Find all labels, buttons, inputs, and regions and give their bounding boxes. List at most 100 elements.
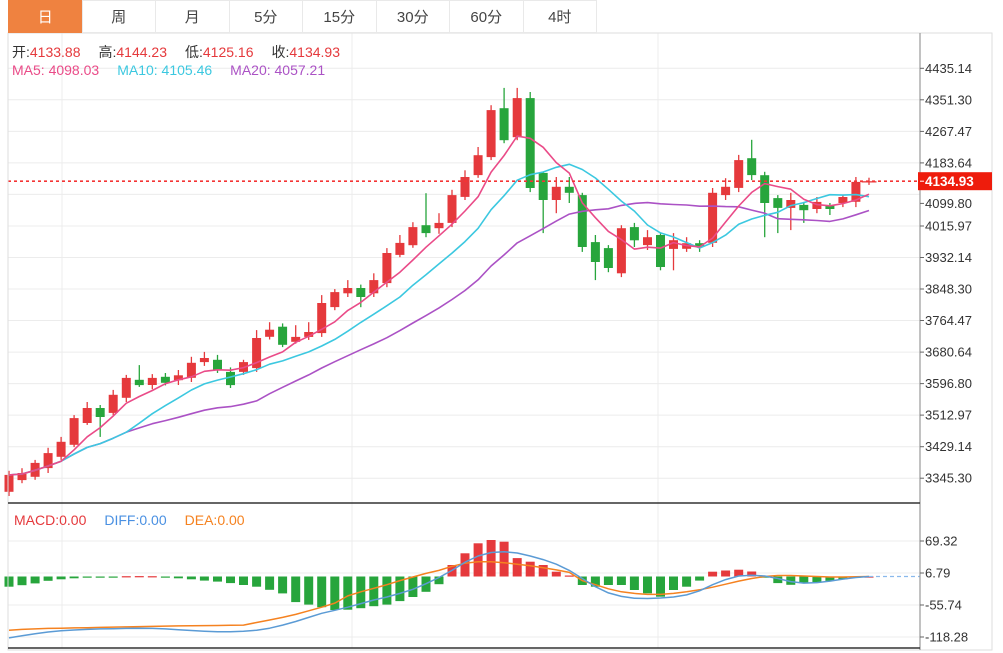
macd-bar [57,577,66,580]
macd-bar [252,577,261,587]
trading-chart-page: { "tabs": [ {"name":"tab-day","label":"日… [0,0,1003,653]
candle-body [330,292,339,307]
candle-body [96,408,105,417]
macd-bar [226,577,235,584]
candle-body [617,228,626,273]
candle-body [122,378,131,398]
macd-bar [200,577,209,581]
tab-day[interactable]: 日 [8,0,83,33]
macd-bar [643,577,652,594]
candle-body [773,198,782,208]
macd-bar [382,577,391,605]
macd-bar [31,577,40,584]
macd-bar [44,577,53,581]
candle-body [552,187,561,200]
price-tick-label: 3512.97 [925,408,972,423]
ma20-line [9,203,869,475]
candle-body [747,158,756,175]
tab-60min[interactable]: 60分 [449,0,524,33]
interval-tabbar: 日周月5分15分30分60分4时 [8,0,597,33]
price-tick-label: 3764.47 [925,313,972,328]
candle-body [513,98,522,137]
candlestick-chart[interactable]: 4435.14 4351.30 4267.47 4183.64 4099.80 4015.… [0,0,1003,653]
macd-bar [630,577,639,591]
macd-bar [213,577,222,582]
candle-body [500,108,509,140]
candle-body [356,288,365,297]
candle-body [395,243,404,255]
macd-bar [695,577,704,581]
price-tick-label: 3345.30 [925,471,972,486]
price-tick-label: 4015.97 [925,219,972,234]
macd-bar [96,577,105,578]
macd-bar [174,577,183,579]
macd-bar [122,576,131,577]
candle-body [721,187,730,195]
tab-4hour[interactable]: 4时 [523,0,598,33]
macd-bar [330,577,339,611]
candle-body [539,173,548,200]
macd-bar [474,543,483,576]
macd-bar [265,577,274,590]
candle-body [148,378,157,385]
price-tick-label: 3680.64 [925,345,972,360]
candle-body [161,377,170,383]
macd-bar [721,571,730,577]
macd-bar [617,577,626,586]
macd-bar [83,577,92,578]
candle-body [630,227,639,240]
candle-body [643,237,652,245]
candle-body [422,225,431,233]
price-tick-label: 4351.30 [925,92,972,107]
tab-30min[interactable]: 30分 [376,0,451,33]
price-tick-label: 3596.80 [925,376,972,391]
candles-layer [5,88,877,496]
macd-bar [5,577,14,587]
macd-bar [708,572,717,577]
candle-body [656,235,665,267]
candle-body [135,380,144,385]
macd-bar [304,577,313,605]
macd-bar [500,542,509,577]
candle-body [408,227,417,245]
price-tick-label: 4183.64 [925,155,972,170]
candle-body [591,242,600,262]
tab-month[interactable]: 月 [155,0,230,33]
diff-line [9,552,869,638]
macd-bar [109,577,118,578]
last-price-marker: 4134.93 [918,172,992,190]
candle-body [382,253,391,283]
candle-body [604,248,613,268]
price-tick-label: 4099.80 [925,196,972,211]
macd-bar [291,577,300,603]
candle-body [461,177,470,197]
price-tick-label: 4435.14 [925,61,972,76]
candle-body [200,358,209,362]
tab-week[interactable]: 周 [82,0,157,33]
candle-body [734,160,743,188]
macd-bar [278,577,287,594]
price-tick-label: 4267.47 [925,124,972,139]
candle-body [5,475,14,492]
macd-bar [317,577,326,608]
macd-bar [682,577,691,587]
candle-body [435,223,444,228]
candle-body [265,330,274,337]
price-tick-label: 3429.14 [925,439,972,454]
macd-tick-label: -118.28 [925,630,968,645]
candle-body [343,288,352,293]
candle-body [487,110,496,157]
candle-body [109,395,118,413]
candle-body [448,195,457,223]
tab-15min[interactable]: 15分 [302,0,377,33]
svg-text:4134.93: 4134.93 [925,174,974,189]
macd-bar [187,577,196,580]
macd-bar [135,576,144,577]
macd-bar [513,558,522,576]
tab-5min[interactable]: 5分 [229,0,304,33]
candle-body [213,360,222,370]
candle-body [799,205,808,210]
macd-bar [148,576,157,577]
macd-bar [70,577,79,579]
candle-body [474,155,483,175]
